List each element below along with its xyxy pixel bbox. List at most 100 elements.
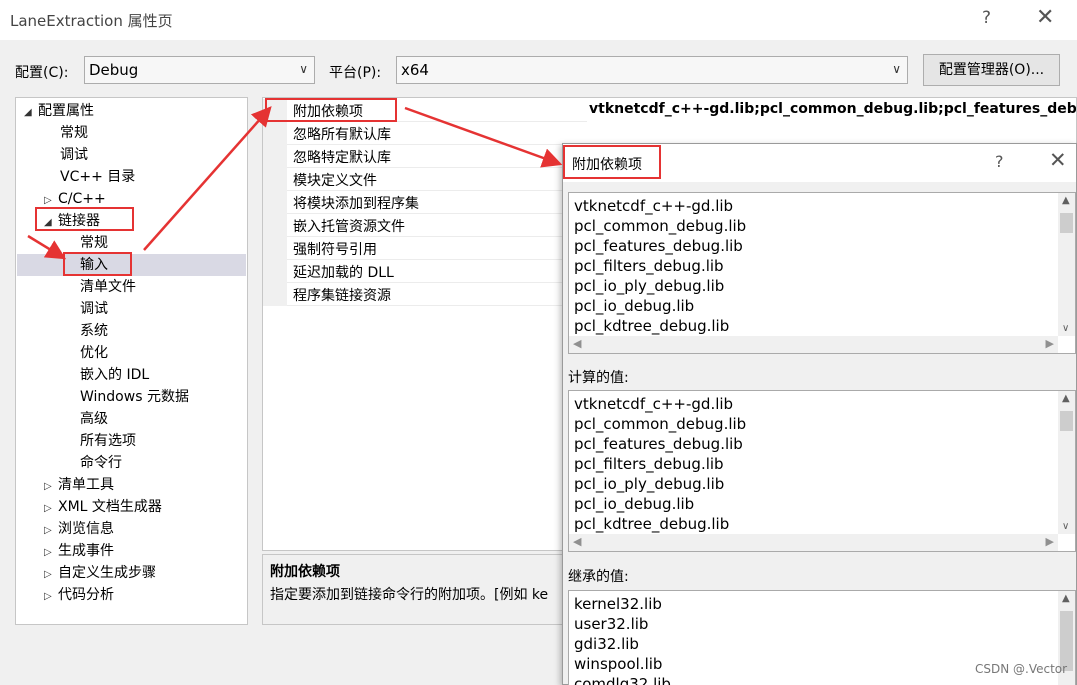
tree-item-label: 配置属性: [38, 103, 94, 119]
row-gutter: [263, 214, 287, 237]
tree-item-manifest-file[interactable]: 清单文件: [80, 276, 136, 298]
vertical-scrollbar[interactable]: ▲ ∨: [1058, 391, 1075, 534]
tree-item-label: XML 文档生成器: [58, 499, 162, 515]
vertical-scrollbar[interactable]: ▲ ∨: [1058, 193, 1075, 336]
property-name: 程序集链接资源: [293, 288, 391, 304]
tree-item-optimization[interactable]: 优化: [80, 342, 108, 364]
row-gutter: [263, 283, 287, 306]
list-item: user32.lib: [574, 615, 649, 633]
tree-item-build-events[interactable]: ▷ 生成事件: [44, 540, 114, 562]
tree-item-advanced[interactable]: 高级: [80, 408, 108, 430]
tree-item-windows-metadata[interactable]: Windows 元数据: [80, 386, 189, 408]
property-name: 延迟加载的 DLL: [293, 265, 394, 281]
scroll-right-icon[interactable]: ▶: [1046, 337, 1054, 350]
list-item: gdi32.lib: [574, 635, 639, 653]
watermark: CSDN @.Vector: [975, 662, 1068, 676]
description-text: 指定要添加到链接命令行的附加项。[例如 ke: [270, 587, 549, 603]
scroll-down-icon[interactable]: ∨: [1062, 521, 1069, 532]
collapsed-icon[interactable]: ▷: [44, 586, 58, 608]
tree-item-embedded-idl[interactable]: 嵌入的 IDL: [80, 364, 149, 386]
tree-item-all-options[interactable]: 所有选项: [80, 430, 136, 452]
row-gutter: [263, 260, 287, 283]
row-gutter: [263, 122, 287, 145]
additional-dependencies-dialog: 附加依赖项 ? ✕ vtknetcdf_c++-gd.lib pcl_commo…: [562, 143, 1077, 685]
tree-item-manifest-tool[interactable]: ▷ 清单工具: [44, 474, 114, 496]
tree-item-debugging[interactable]: 调试: [60, 144, 88, 166]
inherited-value-label: 继承的值:: [568, 569, 629, 585]
scroll-right-icon[interactable]: ▶: [1046, 535, 1054, 548]
list-item: kernel32.lib: [574, 595, 662, 613]
scroll-up-icon[interactable]: ▲: [1062, 393, 1070, 404]
horizontal-scrollbar[interactable]: ◀ ▶: [569, 336, 1058, 353]
list-item: comdlg32.lib: [574, 675, 671, 685]
property-name: 嵌入托管资源文件: [293, 219, 405, 235]
close-button[interactable]: ✕: [1036, 5, 1054, 30]
list-item: winspool.lib: [574, 655, 663, 673]
inherited-items: kernel32.lib user32.lib gdi32.lib winspo…: [574, 594, 671, 685]
configuration-manager-button[interactable]: 配置管理器(O)...: [923, 54, 1060, 86]
tree-item-linker-debugging[interactable]: 调试: [80, 298, 108, 320]
scroll-down-icon[interactable]: ∨: [1062, 323, 1069, 334]
platform-select[interactable]: x64 ∨: [396, 56, 908, 84]
scroll-thumb[interactable]: [1060, 411, 1073, 431]
dialog-title-highlight-box: [563, 145, 661, 179]
property-name: 忽略所有默认库: [293, 127, 391, 143]
property-name: 将模块添加到程序集: [293, 196, 419, 212]
linker-highlight-box: [35, 207, 134, 231]
property-value[interactable]: vtknetcdf_c++-gd.lib;pcl_common_debug.li…: [589, 101, 1076, 117]
horizontal-scrollbar[interactable]: ◀ ▶: [569, 534, 1058, 551]
tree-item-config-properties[interactable]: ◢ 配置属性: [24, 100, 94, 122]
tree-item-label: 代码分析: [58, 587, 114, 603]
property-tree[interactable]: ◢ 配置属性 常规 调试 VC++ 目录 ▷ C/C++ ◢ 链接器 常规 输入 清单…: [15, 97, 248, 625]
tree-item-system[interactable]: 系统: [80, 320, 108, 342]
scroll-left-icon[interactable]: ◀: [573, 535, 581, 548]
dialog-help-button[interactable]: ?: [995, 152, 1004, 171]
edit-items[interactable]: vtknetcdf_c++-gd.lib pcl_common_debug.li…: [574, 196, 746, 336]
tree-item-general[interactable]: 常规: [60, 122, 88, 144]
dialog-close-button[interactable]: ✕: [1049, 148, 1067, 172]
tree-item-label: 清单工具: [58, 477, 114, 493]
tree-item-xml-doc-generator[interactable]: ▷ XML 文档生成器: [44, 496, 162, 518]
collapsed-icon[interactable]: ▷: [44, 498, 58, 520]
dependencies-edit-box[interactable]: vtknetcdf_c++-gd.lib pcl_common_debug.li…: [568, 192, 1076, 354]
input-highlight-box: [63, 252, 132, 276]
list-item: pcl_features_debug.lib: [574, 435, 743, 453]
tree-item-command-line[interactable]: 命令行: [80, 452, 122, 474]
platform-label: 平台(P):: [329, 65, 382, 81]
row-gutter: [263, 145, 287, 168]
tree-item-linker-general[interactable]: 常规: [80, 232, 108, 254]
config-select[interactable]: Debug ∨: [84, 56, 315, 84]
list-item: pcl_common_debug.lib: [574, 415, 747, 433]
collapsed-icon[interactable]: ▷: [44, 564, 58, 586]
tree-item-label: C/C++: [58, 191, 106, 207]
tree-item-label: 浏览信息: [58, 521, 114, 537]
tree-item-browse-info[interactable]: ▷ 浏览信息: [44, 518, 114, 540]
scroll-up-icon[interactable]: ▲: [1062, 195, 1070, 206]
list-item: pcl_features_debug.lib: [574, 237, 743, 255]
list-item: pcl_filters_debug.lib: [574, 455, 724, 473]
collapsed-icon[interactable]: ▷: [44, 520, 58, 542]
scroll-left-icon[interactable]: ◀: [573, 337, 581, 350]
scroll-thumb[interactable]: [1060, 213, 1073, 233]
collapsed-icon[interactable]: ▷: [44, 476, 58, 498]
description-title: 附加依赖项: [270, 564, 340, 580]
evaluated-value-label: 计算的值:: [568, 370, 629, 386]
tree-item-label: 自定义生成步骤: [58, 565, 156, 581]
list-item: pcl_common_debug.lib: [574, 217, 747, 235]
evaluated-value-box[interactable]: vtknetcdf_c++-gd.lib pcl_common_debug.li…: [568, 390, 1076, 552]
property-row-ignore-all-default-libs[interactable]: 忽略所有默认库: [263, 122, 1076, 145]
tree-item-vc-directories[interactable]: VC++ 目录: [60, 166, 135, 188]
chevron-down-icon: ∨: [299, 62, 308, 76]
chevron-down-icon: ∨: [892, 62, 901, 76]
scroll-up-icon[interactable]: ▲: [1062, 593, 1070, 604]
collapsed-icon[interactable]: ▷: [44, 542, 58, 564]
list-item: vtknetcdf_c++-gd.lib: [574, 395, 734, 413]
tree-item-code-analysis[interactable]: ▷ 代码分析: [44, 584, 114, 606]
tree-item-custom-build-step[interactable]: ▷ 自定义生成步骤: [44, 562, 156, 584]
help-button[interactable]: ?: [982, 8, 991, 28]
expanded-icon[interactable]: ◢: [24, 102, 38, 124]
window-title: LaneExtraction 属性页: [10, 12, 173, 30]
list-item: pcl_io_ply_debug.lib: [574, 277, 725, 295]
list-item: pcl_io_debug.lib: [574, 495, 695, 513]
list-item: pcl_filters_debug.lib: [574, 257, 724, 275]
